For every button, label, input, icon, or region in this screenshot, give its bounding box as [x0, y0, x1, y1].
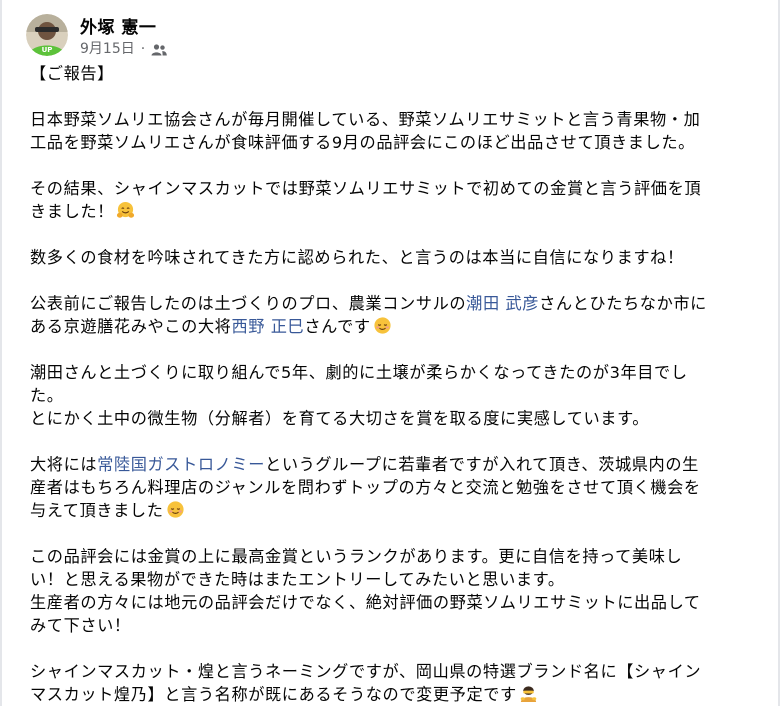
post-text: きました！ — [30, 202, 114, 221]
post-line: みて下さい！ — [30, 616, 131, 635]
post-line: い！と思える果物ができた時はまたエントリーしてみたいと思います。 — [30, 570, 565, 589]
bowing-person-emoji — [519, 684, 538, 703]
author-name[interactable]: 外塚 憲一 — [80, 18, 167, 38]
post-line: ある京遊膳花みやこの大将西野 正巳さんです — [30, 315, 752, 338]
separator-dot: · — [140, 41, 146, 57]
post-line: 工品を野菜ソムリエさんが食味評価する9月の品評会にこのほど出品させて頂きました。 — [30, 133, 695, 152]
post-header: UP 外塚 憲一 9月15日 · — [26, 14, 167, 58]
post-line: 数多くの食材を吟味されてきた方に認められた、と言うのは本当に自信になりますね！ — [30, 248, 684, 267]
post-text: 与えて頂きました — [30, 501, 164, 520]
post-line: この品評会には金賞の上に最高金賞というランクがあります。更に自信を持って美味し — [30, 547, 683, 566]
post-line: 与えて頂きました — [30, 499, 752, 522]
page-link-hitachi-gastronomy[interactable]: 常陸国ガストロノミー — [97, 455, 265, 474]
post-text: さんです — [304, 317, 371, 336]
post-date[interactable]: 9月15日 — [80, 40, 135, 58]
post-text: ある京遊膳花みやこの大将 — [30, 317, 232, 336]
post-line: とにかく土中の微生物（分解者）を育てる大切さを賞を取る度に実感しています。 — [30, 409, 650, 428]
post-text: というグループに若輩者ですが入れて頂き、茨城県内の生 — [265, 455, 699, 474]
mention-link-ushioda[interactable]: 潮田 武彦 — [466, 294, 539, 313]
post-line: 生産者の方々には地元の品評会だけでなく、絶対評価の野菜ソムリエサミットに出品して — [30, 593, 701, 612]
post-text: さんとひたちなか市に — [539, 294, 707, 313]
friends-icon[interactable] — [151, 43, 167, 56]
post-line: 日本野菜ソムリエ協会さんが毎月開催している、野菜ソムリエサミットと言う青果物・加 — [30, 110, 701, 129]
post-text: 公表前にご報告したのは土づくりのプロ、農業コンサルの — [30, 294, 467, 313]
post-line: 産者はもちろん料理店のジャンルを問わずトップの方々と交流と勉強をさせて頂く機会を — [30, 478, 701, 497]
post-line: きました！ — [30, 200, 752, 223]
facebook-post-card: UP 外塚 憲一 9月15日 · 【ご報告】 日本野菜ソムリエ協会さんが毎月開催… — [0, 0, 780, 706]
post-meta: 外塚 憲一 9月15日 · — [80, 18, 167, 58]
post-line: 大将には常陸国ガストロノミーというグループに若輩者ですが入れて頂き、茨城県内の生 — [30, 453, 752, 476]
hugging-face-emoji — [116, 201, 135, 220]
post-subline: 9月15日 · — [80, 40, 167, 58]
avatar-badge-text: UP — [42, 46, 53, 54]
avatar[interactable]: UP — [26, 14, 68, 56]
post-text: 大将には — [30, 455, 98, 474]
post-line: 潮田さんと土づくりに取り組んで5年、劇的に土壌が柔らかくなってきたのが3年目でし — [30, 363, 688, 382]
post-body: 【ご報告】 日本野菜ソムリエ協会さんが毎月開催している、野菜ソムリエサミットと言… — [30, 62, 752, 706]
post-line: 【ご報告】 — [30, 64, 114, 83]
post-line: 公表前にご報告したのは土づくりのプロ、農業コンサルの潮田 武彦さんとひたちなか市… — [30, 292, 752, 315]
post-line: シャインマスカット・煌と言うネーミングですが、岡山県の特選ブランド名に【シャイン — [30, 662, 702, 681]
post-line: その結果、シャインマスカットでは野菜ソムリエサミットで初めての金賞と言う評価を頂 — [30, 179, 702, 198]
post-line: マスカット煌乃】と言う名称が既にあるそうなので変更予定です — [30, 683, 752, 706]
post-text: マスカット煌乃】と言う名称が既にあるそうなので変更予定です — [30, 685, 517, 704]
relieved-face-emoji — [166, 500, 185, 519]
mention-link-nishino[interactable]: 西野 正巳 — [231, 317, 304, 336]
post-line: た。 — [30, 386, 64, 405]
relieved-face-emoji — [373, 316, 392, 335]
